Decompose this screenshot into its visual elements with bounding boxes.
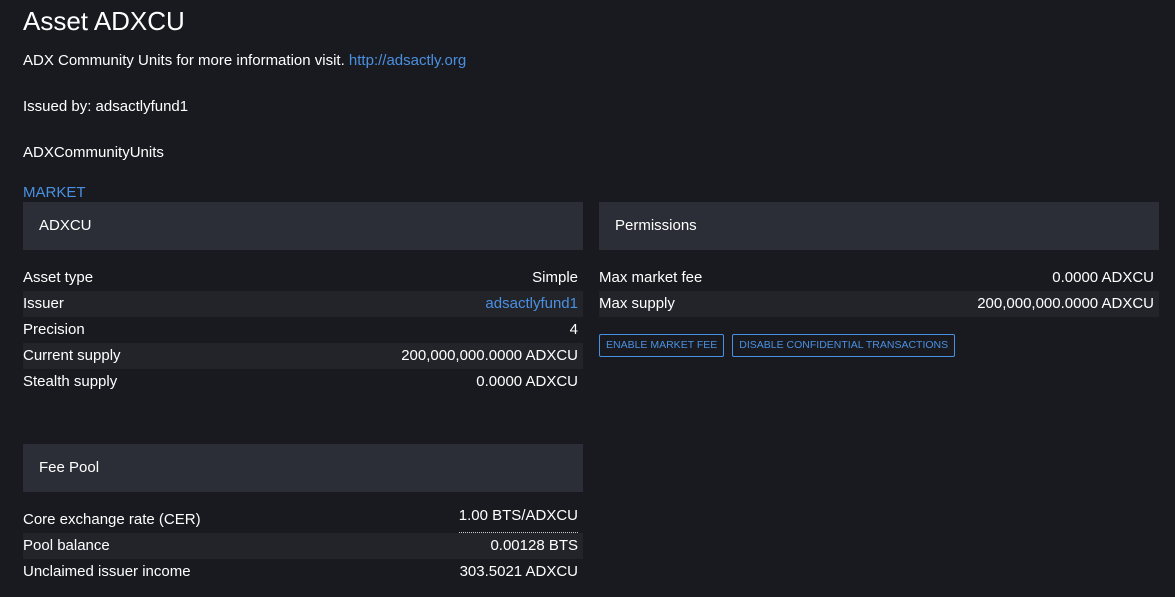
row-value: 0.0000 ADXCU [476,373,578,390]
row-label: Core exchange rate (CER) [23,511,201,528]
row-label: Max supply [599,295,675,312]
asset-page: Asset ADXCU ADX Community Units for more… [0,0,1175,597]
table-row: Precision 4 [23,317,583,343]
asset-long-name: ADXCommunityUnits [23,144,164,161]
permissions-table: Max market fee 0.0000 ADXCU Max supply 2… [599,265,1159,317]
row-label: Pool balance [23,537,110,554]
row-value: 0.0000 ADXCU [1052,269,1154,286]
table-row: Unclaimed issuer income 303.5021 ADXCU [23,559,583,585]
disable-confidential-transactions-button[interactable]: DISABLE CONFIDENTIAL TRANSACTIONS [732,334,956,357]
description-link[interactable]: http://adsactly.org [349,52,466,69]
enable-market-fee-button[interactable]: ENABLE MARKET FEE [599,334,725,357]
row-value: 200,000,000.0000 ADXCU [401,347,578,364]
table-row: Issuer adsactlyfund1 [23,291,583,317]
permission-actions: ENABLE MARKET FEE DISABLE CONFIDENTIAL T… [599,334,956,357]
fee-pool-panel-header: Fee Pool [23,444,583,492]
row-label: Issuer [23,295,64,312]
issued-by: Issued by: adsactlyfund1 [23,98,189,115]
table-row: Max supply 200,000,000.0000 ADXCU [599,291,1159,317]
row-label: Current supply [23,347,121,364]
row-label: Max market fee [599,269,703,286]
market-link[interactable]: MARKET [23,184,86,201]
table-row: Pool balance 0.00128 BTS [23,533,583,559]
summary-panel-header: ADXCU [23,202,583,250]
row-label: Asset type [23,269,94,286]
row-value: 303.5021 ADXCU [459,563,578,580]
issuer-link[interactable]: adsactlyfund1 [485,291,578,317]
table-row: Current supply 200,000,000.0000 ADXCU [23,343,583,369]
row-label: Precision [23,321,85,338]
asset-description: ADX Community Units for more information… [23,52,466,69]
row-label: Stealth supply [23,373,118,390]
table-row: Max market fee 0.0000 ADXCU [599,265,1159,291]
page-title: Asset ADXCU [23,6,185,36]
row-value: 0.00128 BTS [490,537,578,554]
description-text: ADX Community Units for more information… [23,52,349,69]
fee-pool-table: Core exchange rate (CER) 1.00 BTS/ADXCU … [23,507,583,585]
permissions-panel-header: Permissions [599,202,1159,250]
row-value: Simple [532,269,578,286]
row-value: 200,000,000.0000 ADXCU [977,295,1154,312]
cer-value: 1.00 BTS/ADXCU [458,507,578,533]
summary-table: Asset type Simple Issuer adsactlyfund1 P… [23,265,583,395]
table-row: Core exchange rate (CER) 1.00 BTS/ADXCU [23,507,583,533]
table-row: Asset type Simple [23,265,583,291]
table-row: Stealth supply 0.0000 ADXCU [23,369,583,395]
row-value: 4 [569,321,578,338]
row-label: Unclaimed issuer income [23,563,191,580]
